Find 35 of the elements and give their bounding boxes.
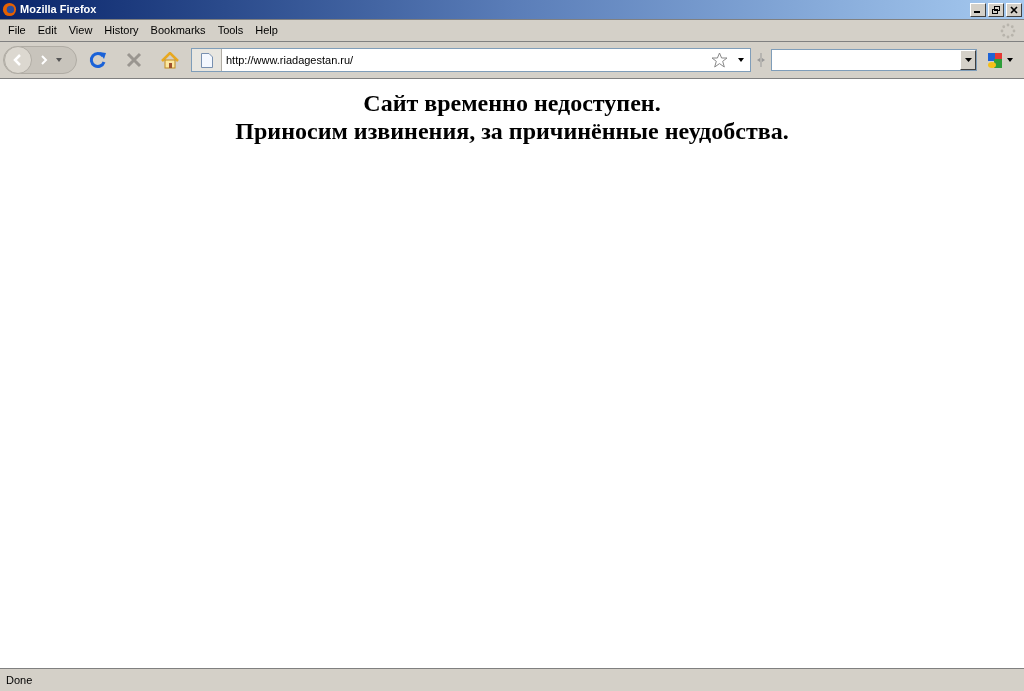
heading: Сайт временно недоступен. [363,89,661,117]
search-engine-logo-icon [987,51,1003,69]
menu-item[interactable]: Tools [211,22,250,39]
close-button[interactable] [1006,2,1022,17]
firefox-logo-icon [2,2,17,17]
home-icon [161,51,179,69]
window-title: Mozilla Firefox [20,2,97,18]
restore-icon [992,5,1000,14]
menu-item[interactable]: Help [249,22,284,39]
throbber-icon [1000,22,1016,39]
search-engine-button[interactable] [987,51,1013,69]
menu-item[interactable]: Edit [31,22,63,39]
address-bar[interactable]: http://www.riadagestan.ru/ [191,48,751,72]
search-dropdown-button[interactable] [960,50,976,70]
menu-item[interactable]: Bookmarks [144,22,212,39]
minimize-button[interactable] [970,2,986,17]
status-text: Done [5,672,34,688]
dropdown-caret-icon [738,58,744,62]
dropdown-caret-icon [964,58,972,62]
heading: Приносим извинения, за причинённые неудобства. [235,117,789,145]
star-icon [711,52,728,68]
menu-item[interactable]: View [62,22,99,39]
menu-item[interactable]: History [98,22,145,39]
stop-x-icon [126,52,142,68]
page-icon [200,52,213,68]
back-button[interactable] [4,46,32,74]
resize-handle-icon [757,53,765,67]
dropdown-caret-icon [56,58,62,62]
reload-icon [89,51,107,69]
menu-item[interactable]: File [2,22,32,39]
minimize-icon [974,11,982,13]
search-field[interactable] [771,49,977,71]
dropdown-caret-icon [1007,58,1013,62]
restore-button[interactable] [988,2,1004,17]
close-icon [1010,5,1018,14]
